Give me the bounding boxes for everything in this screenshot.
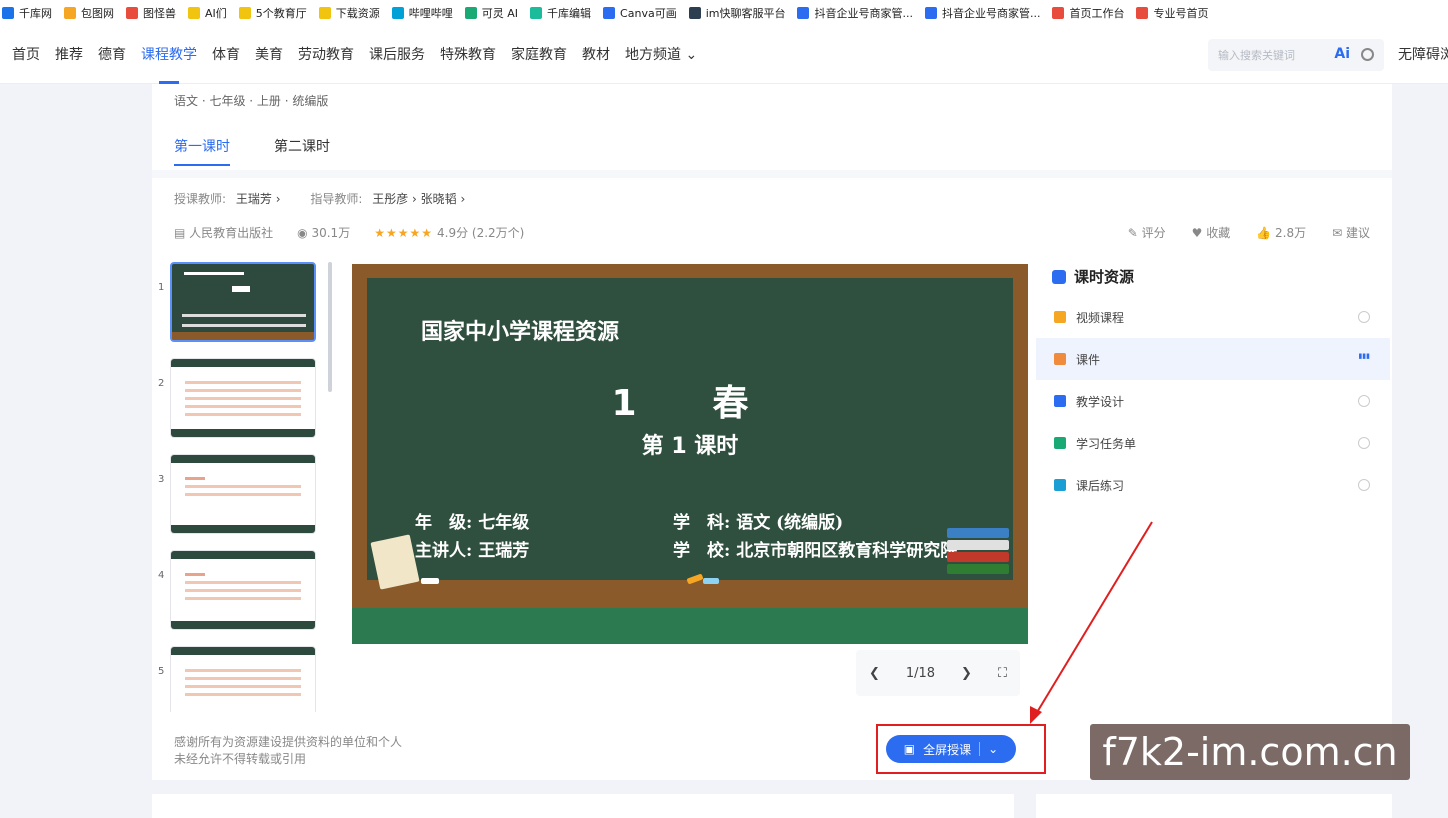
watermark: f7k2-im.com.cn [1090,724,1410,780]
annotation-arrow [1030,521,1153,724]
